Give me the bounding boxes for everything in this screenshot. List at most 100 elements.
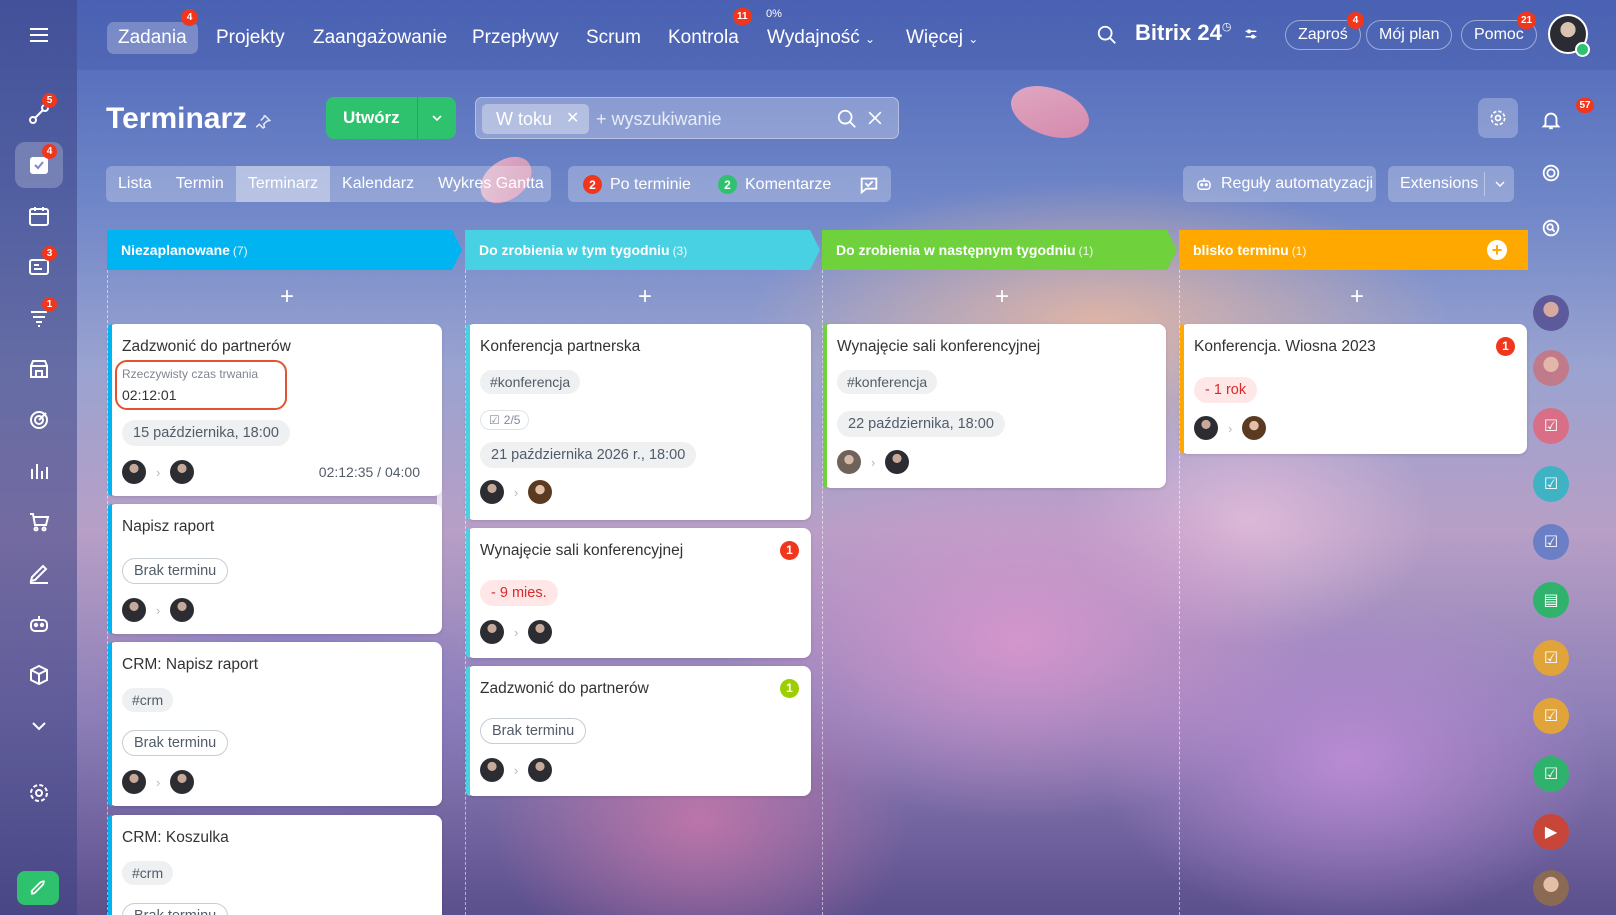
tag-badge[interactable]: #crm xyxy=(122,688,174,712)
sidebar-settings-button[interactable] xyxy=(15,770,63,816)
deadline-badge[interactable]: Brak terminu xyxy=(480,718,587,744)
chat-task-item[interactable]: ☑ xyxy=(1533,756,1569,792)
responsible-avatar[interactable] xyxy=(528,758,553,782)
extensions-button[interactable]: Extensions xyxy=(1388,166,1514,202)
tag-badge[interactable]: #konferencja xyxy=(480,370,581,394)
responsible-avatar[interactable] xyxy=(170,770,195,794)
sidebar-item-store[interactable] xyxy=(15,346,63,392)
column-header-unplanned[interactable]: Niezaplanowane (7) xyxy=(107,230,248,270)
chevron-down-icon[interactable] xyxy=(1492,176,1508,192)
deadline-badge[interactable]: 22 października, 18:00 xyxy=(837,411,1005,437)
task-card[interactable]: Konferencja. Wiosna 2023 1 - 1 rok › xyxy=(1180,324,1527,454)
view-settings-button[interactable] xyxy=(1478,98,1518,138)
tag-badge[interactable]: #konferencja xyxy=(837,370,938,394)
chevron-down-icon[interactable] xyxy=(429,110,445,126)
tag-badge[interactable]: #crm xyxy=(122,861,174,885)
creator-avatar[interactable] xyxy=(837,450,861,474)
chat-task-item[interactable]: ☑ xyxy=(1533,698,1569,734)
deadline-badge[interactable]: Brak terminu xyxy=(122,558,229,584)
card-title[interactable]: CRM: Napisz raport xyxy=(122,656,258,674)
comment-count-badge[interactable]: 1 xyxy=(780,679,799,698)
checklist-counter[interactable]: ☑ 2/5 xyxy=(480,410,530,430)
task-card[interactable]: Wynajęcie sali konferencyjnej 1 - 9 mies… xyxy=(466,528,811,658)
my-plan-button[interactable]: Mój plan xyxy=(1366,20,1453,50)
column-scrollbar[interactable] xyxy=(437,332,442,564)
deadline-badge[interactable]: Brak terminu xyxy=(122,903,229,915)
create-button[interactable]: Utwórz xyxy=(326,97,456,139)
deadline-badge[interactable]: 21 października 2026 r., 18:00 xyxy=(480,442,697,468)
comments-counter[interactable]: 2 Komentarze xyxy=(718,175,831,194)
chat-avatar[interactable] xyxy=(1533,295,1569,331)
tab-deadline[interactable]: Termin xyxy=(164,166,236,202)
sidebar-item-crm[interactable]: 3 xyxy=(15,244,63,290)
creator-avatar[interactable] xyxy=(480,758,504,782)
sidebar-item-copilot[interactable] xyxy=(15,601,63,647)
responsible-avatar[interactable] xyxy=(170,460,195,484)
card-title[interactable]: Napisz raport xyxy=(122,518,214,536)
column-header-this-week[interactable]: Do zrobienia w tym tygodniu (3) xyxy=(465,230,687,270)
search-icon[interactable] xyxy=(1096,24,1118,46)
add-task-button[interactable]: + xyxy=(630,282,660,312)
responsible-avatar[interactable] xyxy=(528,480,553,504)
deadline-badge[interactable]: Brak terminu xyxy=(122,730,229,756)
search-icon[interactable] xyxy=(836,108,858,130)
automation-rules-button[interactable]: Reguły automatyzacji xyxy=(1183,166,1376,202)
responsible-avatar[interactable] xyxy=(528,620,553,644)
creator-avatar[interactable] xyxy=(480,620,504,644)
deadline-badge[interactable]: - 1 rok xyxy=(1194,377,1258,403)
close-icon[interactable]: ✕ xyxy=(566,104,579,134)
card-title[interactable]: Zadzwonić do partnerów xyxy=(122,338,291,356)
chat-task-item[interactable]: ☑ xyxy=(1533,466,1569,502)
nav-tasks[interactable]: Zadania xyxy=(107,22,198,54)
sidebar-item-feed[interactable]: 5 xyxy=(15,91,63,137)
activity-button[interactable] xyxy=(1533,155,1569,191)
responsible-avatar[interactable] xyxy=(170,598,195,622)
tab-gantt[interactable]: Wykres Gantta xyxy=(426,166,551,202)
creator-avatar[interactable] xyxy=(122,460,146,484)
filter-chip-in-progress[interactable]: W toku ✕ xyxy=(482,104,590,134)
sliders-icon[interactable] xyxy=(1243,26,1259,42)
tab-calendar[interactable]: Kalendarz xyxy=(330,166,426,202)
sidebar-item-tasks[interactable]: 4 xyxy=(15,142,63,188)
search-placeholder[interactable]: + wyszukiwanie xyxy=(596,109,722,130)
nav-engagement[interactable]: Zaangażowanie xyxy=(313,22,447,54)
deadline-badge[interactable]: - 9 mies. xyxy=(480,580,558,606)
deadline-badge[interactable]: 15 października, 18:00 xyxy=(122,420,290,446)
video-call-item[interactable]: ▶ xyxy=(1533,814,1569,850)
creator-avatar[interactable] xyxy=(122,598,146,622)
responsible-avatar[interactable] xyxy=(885,450,910,474)
sidebar-more-button[interactable] xyxy=(15,703,63,749)
nav-projects[interactable]: Projekty xyxy=(216,22,285,54)
notifications-button[interactable] xyxy=(1533,102,1569,138)
chat-crm-item[interactable]: ▤ xyxy=(1533,582,1569,618)
close-icon[interactable] xyxy=(865,108,885,128)
task-card[interactable]: Zadzwonić do partnerów Rzeczywisty czas … xyxy=(108,324,442,496)
chat-task-item[interactable]: ☑ xyxy=(1533,640,1569,676)
tab-planner[interactable]: Terminarz xyxy=(235,166,331,202)
chat-avatar[interactable] xyxy=(1533,870,1569,906)
nav-scrum[interactable]: Scrum xyxy=(586,22,641,54)
chat-task-item[interactable]: ☑ xyxy=(1533,524,1569,560)
search-chat-button[interactable] xyxy=(1533,210,1569,246)
creator-avatar[interactable] xyxy=(122,770,146,794)
nav-more[interactable]: Więcej ⌄ xyxy=(906,22,978,54)
nav-control[interactable]: Kontrola xyxy=(668,22,739,54)
sidebar-item-shop[interactable] xyxy=(15,499,63,545)
card-title[interactable]: CRM: Koszulka xyxy=(122,829,229,847)
card-title[interactable]: Konferencja. Wiosna 2023 xyxy=(1194,338,1376,356)
sidebar-item-sign[interactable] xyxy=(15,550,63,596)
chat-task-item[interactable]: ☑ xyxy=(1533,408,1569,444)
sidebar-item-goals[interactable] xyxy=(15,397,63,443)
task-card[interactable]: Napisz raport Brak terminu › xyxy=(108,504,442,634)
task-card[interactable]: Zadzwonić do partnerów 1 Brak terminu › xyxy=(466,666,811,796)
card-title[interactable]: Wynajęcie sali konferencyjnej xyxy=(837,338,1040,356)
card-title[interactable]: Zadzwonić do partnerów xyxy=(480,680,649,698)
task-card[interactable]: Wynajęcie sali konferencyjnej #konferenc… xyxy=(823,324,1166,488)
card-title[interactable]: Wynajęcie sali konferencyjnej xyxy=(480,542,683,560)
creator-avatar[interactable] xyxy=(1194,416,1218,440)
rocket-button[interactable] xyxy=(17,871,59,905)
add-column-button[interactable]: + xyxy=(1487,240,1507,260)
column-header-near-deadline[interactable]: blisko terminu (1) xyxy=(1179,230,1306,270)
creator-avatar[interactable] xyxy=(480,480,504,504)
nav-flows[interactable]: Przepływy xyxy=(472,22,559,54)
